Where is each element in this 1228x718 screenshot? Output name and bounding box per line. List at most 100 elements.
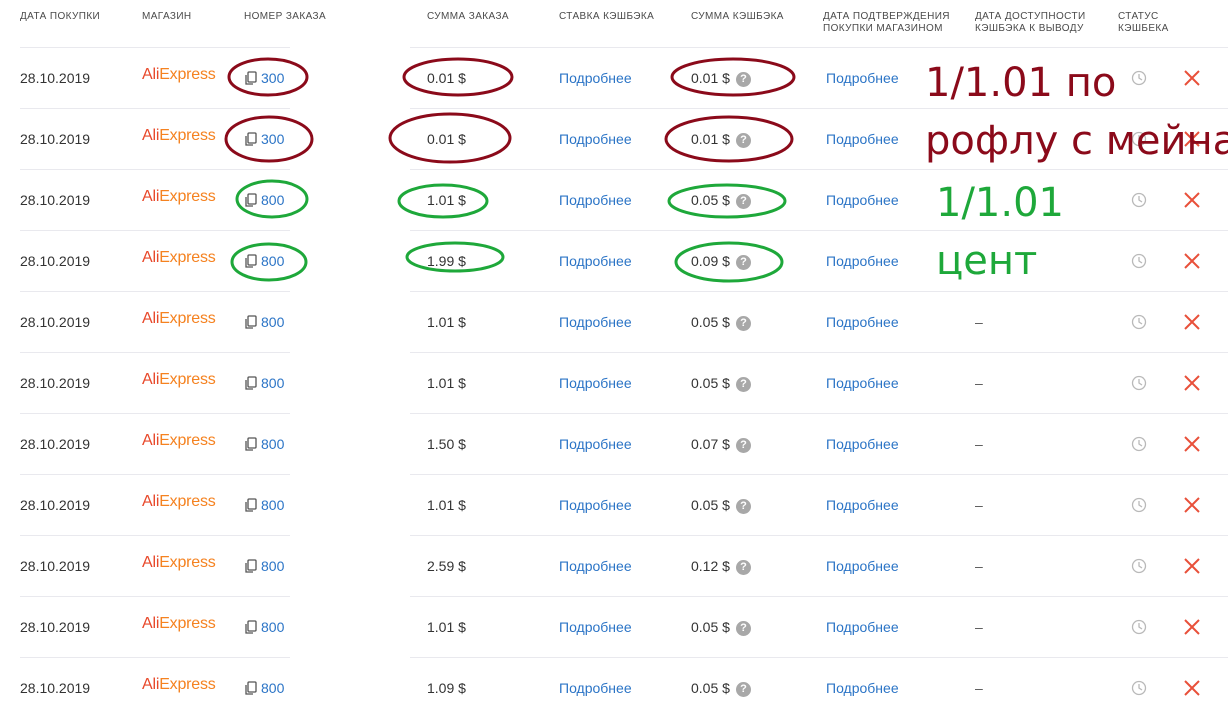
store-logo: AliExpress [142, 554, 216, 572]
confirm-date-link[interactable]: Подробнее [826, 557, 899, 575]
available-date: – [975, 436, 983, 452]
confirm-date-link[interactable]: Подробнее [826, 313, 899, 331]
order-number[interactable]: 300 [244, 69, 284, 87]
order-number[interactable]: 800 [244, 374, 284, 392]
confirm-date-link[interactable]: Подробнее [826, 679, 899, 697]
question-icon[interactable]: ? [735, 560, 751, 575]
store-logo: AliExpress [142, 188, 216, 206]
store-logo-express: Express [159, 188, 216, 205]
close-icon[interactable] [1183, 618, 1201, 636]
order-number[interactable]: 800 [244, 313, 284, 331]
order-number[interactable]: 800 [244, 435, 284, 453]
copy-icon[interactable] [244, 315, 258, 329]
order-number-link[interactable]: 800 [261, 192, 284, 208]
close-icon[interactable] [1183, 69, 1201, 87]
question-icon[interactable]: ? [735, 194, 751, 209]
question-icon[interactable]: ? [735, 255, 751, 270]
copy-icon[interactable] [244, 681, 258, 695]
close-icon[interactable] [1183, 557, 1201, 575]
cashback-amount: 0.05 $? [691, 496, 751, 514]
copy-icon[interactable] [244, 376, 258, 390]
close-icon[interactable] [1183, 252, 1201, 270]
copy-icon[interactable] [244, 620, 258, 634]
order-number-link[interactable]: 300 [261, 70, 284, 86]
copy-icon[interactable] [244, 437, 258, 451]
close-icon[interactable] [1183, 313, 1201, 331]
confirm-date-link[interactable]: Подробнее [826, 374, 899, 392]
clock-icon [1131, 253, 1147, 269]
header-date: ДАТА ПОКУПКИ [20, 11, 101, 22]
confirm-date-link[interactable]: Подробнее [826, 252, 899, 270]
cashback-rate-link[interactable]: Подробнее [559, 435, 632, 453]
cashback-rate-link[interactable]: Подробнее [559, 557, 632, 575]
order-number[interactable]: 800 [244, 618, 284, 636]
close-icon[interactable] [1183, 435, 1201, 453]
order-number-link[interactable]: 300 [261, 131, 284, 147]
order-number[interactable]: 800 [244, 496, 284, 514]
confirm-date-link[interactable]: Подробнее [826, 69, 899, 87]
copy-icon[interactable] [244, 559, 258, 573]
question-icon[interactable]: ? [735, 438, 751, 453]
store-logo-express: Express [159, 249, 216, 266]
table-row: 28.10.2019 AliExpress 800 1.01 $ Подробнее 0.… [0, 352, 1228, 413]
cashback-amount: 0.12 $? [691, 557, 751, 575]
cashback-rate-link[interactable]: Подробнее [559, 313, 632, 331]
question-icon[interactable]: ? [735, 72, 751, 87]
cashback-value: 0.05 $ [691, 375, 730, 391]
confirm-date-link[interactable]: Подробнее [826, 618, 899, 636]
cashback-rate-link[interactable]: Подробнее [559, 191, 632, 209]
copy-icon[interactable] [244, 132, 258, 146]
row-divider [410, 352, 1228, 353]
copy-icon[interactable] [244, 193, 258, 207]
cashback-rate-link[interactable]: Подробнее [559, 374, 632, 392]
cashback-rate-link[interactable]: Подробнее [559, 618, 632, 636]
question-icon[interactable]: ? [735, 377, 751, 392]
order-number-link[interactable]: 800 [261, 558, 284, 574]
store-logo-ali: Ali [142, 493, 160, 510]
order-number[interactable]: 800 [244, 557, 284, 575]
order-number[interactable]: 800 [244, 252, 284, 270]
confirm-date-link[interactable]: Подробнее [826, 130, 899, 148]
clock-icon [1131, 558, 1147, 574]
order-number-link[interactable]: 800 [261, 314, 284, 330]
order-number-link[interactable]: 800 [261, 253, 284, 269]
copy-icon[interactable] [244, 71, 258, 85]
order-number[interactable]: 800 [244, 191, 284, 209]
close-icon[interactable] [1183, 679, 1201, 697]
copy-icon[interactable] [244, 498, 258, 512]
cashback-rate-link[interactable]: Подробнее [559, 130, 632, 148]
confirm-date-link[interactable]: Подробнее [826, 191, 899, 209]
order-sum: 1.01 $ [427, 375, 466, 391]
question-icon[interactable]: ? [735, 316, 751, 331]
purchase-date: 28.10.2019 [20, 680, 91, 696]
cashback-amount: 0.05 $? [691, 618, 751, 636]
store-logo-express: Express [159, 127, 216, 144]
confirm-date-link[interactable]: Подробнее [826, 435, 899, 453]
cashback-rate-link[interactable]: Подробнее [559, 496, 632, 514]
cashback-rate-link[interactable]: Подробнее [559, 679, 632, 697]
order-number[interactable]: 800 [244, 679, 284, 697]
store-logo-ali: Ali [142, 66, 160, 83]
cashback-value: 0.05 $ [691, 680, 730, 696]
header-order: НОМЕР ЗАКАЗА [244, 11, 327, 22]
order-number-link[interactable]: 800 [261, 436, 284, 452]
order-number[interactable]: 300 [244, 130, 284, 148]
cashback-rate-link[interactable]: Подробнее [559, 69, 632, 87]
order-number-link[interactable]: 800 [261, 497, 284, 513]
cashback-rate-link[interactable]: Подробнее [559, 252, 632, 270]
confirm-date-link[interactable]: Подробнее [826, 496, 899, 514]
order-number-link[interactable]: 800 [261, 619, 284, 635]
copy-icon[interactable] [244, 254, 258, 268]
question-icon[interactable]: ? [735, 621, 751, 636]
close-icon[interactable] [1183, 496, 1201, 514]
order-number-link[interactable]: 800 [261, 680, 284, 696]
question-icon[interactable]: ? [735, 133, 751, 148]
close-icon[interactable] [1183, 191, 1201, 209]
question-icon[interactable]: ? [735, 499, 751, 514]
close-icon[interactable] [1183, 374, 1201, 392]
question-icon[interactable]: ? [735, 682, 751, 697]
purchase-date: 28.10.2019 [20, 558, 91, 574]
store-logo-express: Express [159, 676, 216, 693]
purchase-date: 28.10.2019 [20, 192, 91, 208]
order-number-link[interactable]: 800 [261, 375, 284, 391]
